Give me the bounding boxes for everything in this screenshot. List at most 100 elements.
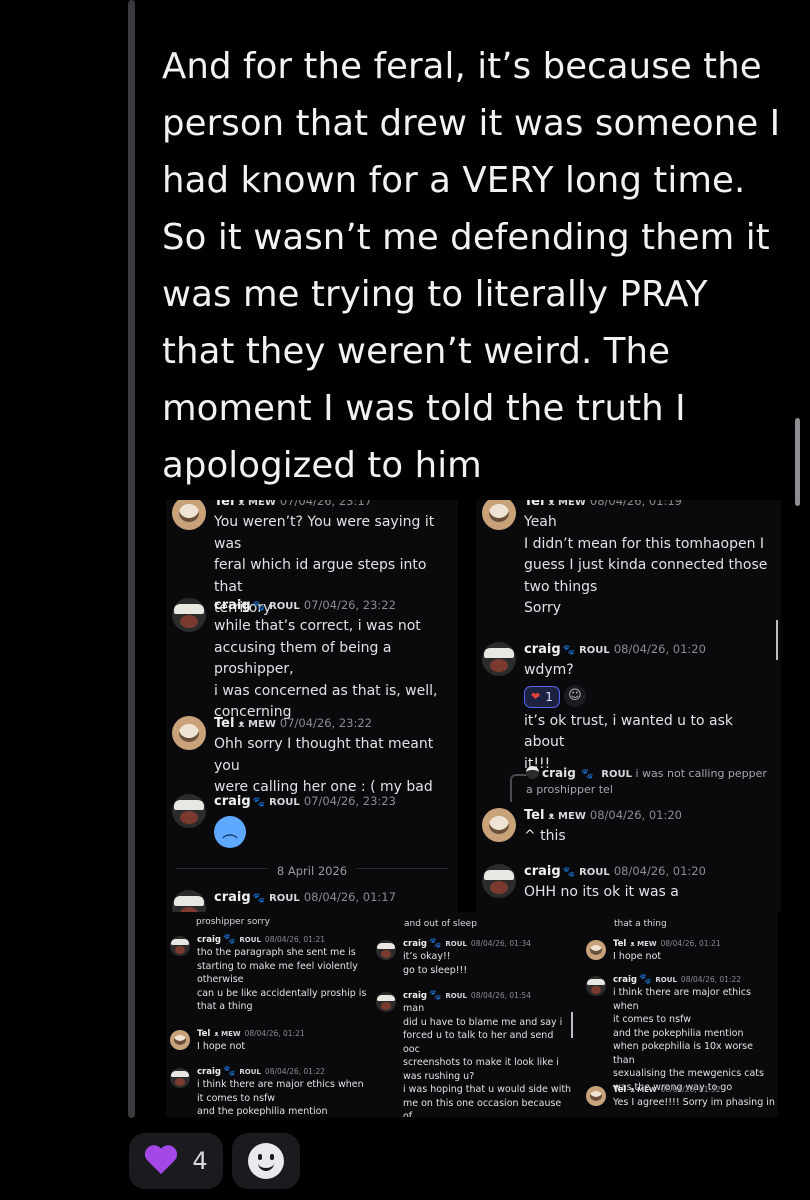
role-tag: ROUL [269, 893, 300, 904]
avatar [482, 808, 516, 842]
timestamp: 08/04/26, 01:20 [613, 864, 706, 878]
timestamp: 07/04/26, 23:17 [279, 500, 372, 508]
post-line: that they weren’t weird. The [162, 331, 671, 372]
avatar [526, 766, 539, 779]
chat-message: Tel ᴥ MEW 08/04/26, 01:19 Yeah I didn’t me… [482, 500, 777, 620]
role-tag: ROUL [239, 936, 261, 944]
avatar [170, 1068, 190, 1088]
role-tag: ᴥ MEW [548, 811, 586, 822]
paw-icon: 🐾 [562, 867, 576, 878]
timestamp: 08/04/26, 01:20 [613, 642, 706, 656]
chat-message: Tel ᴥ MEW 08/04/26, 01:20 ^ this [482, 806, 777, 848]
post-line: had known for a VERY long time. [162, 160, 746, 201]
timestamp: 08/04/26, 01:54 [470, 991, 531, 1000]
role-tag: ᴥ MEW [630, 940, 657, 948]
role-tag: ᴥ MEW [238, 719, 276, 730]
post-line: moment I was told the truth I [162, 388, 686, 429]
smiley-icon [248, 1143, 284, 1179]
avatar [172, 794, 206, 828]
reply-reference[interactable]: craig 🐾 ROUL i was not calling pepper a … [526, 766, 775, 797]
message-text: tho the paragraph she sent me is startin… [197, 947, 367, 1012]
thread-line [128, 0, 135, 1118]
attached-screenshot-3[interactable]: proshipper sorry craig 🐾 ROUL 08/04/26, 01:… [166, 912, 778, 1117]
avatar [376, 940, 396, 960]
chat-message: craig 🐾 ROUL 07/04/26, 23:23 ︵ [172, 792, 454, 848]
chat-message: craig 🐾 ROUL 08/04/26, 01:22 i think there … [586, 974, 776, 1094]
avatar [172, 716, 206, 750]
author-name: craig [197, 1067, 221, 1077]
chat-message: craig 🐾 ROUL 08/04/26, 01:34 it’s okay!! go… [376, 938, 572, 977]
chat-message: craig 🐾 ROUL 08/04/26, 01:54 man did u have… [376, 990, 572, 1117]
timestamp: 08/04/26, 01:21 [244, 1029, 305, 1038]
add-reaction-button[interactable] [232, 1133, 300, 1189]
avatar [482, 642, 516, 676]
timestamp: 08/04/26, 01:21 [264, 935, 325, 944]
attached-screenshot-1[interactable]: Tel ᴥ MEW 07/04/26, 23:17 You weren’t? You… [166, 500, 458, 912]
timestamp: 07/04/26, 23:22 [303, 598, 396, 612]
message-text: i think there are major ethics when it c… [613, 987, 764, 1093]
role-tag: ROUL [269, 601, 300, 612]
role-tag: ROUL [445, 940, 467, 948]
role-tag: ROUL [579, 645, 610, 656]
paw-icon: 🐾 [252, 893, 266, 904]
avatar [172, 598, 206, 632]
cut-text: and out of sleep [404, 919, 477, 929]
message-text: I hope not [197, 1041, 246, 1052]
author-name: Tel [214, 500, 235, 509]
avatar [170, 1030, 190, 1050]
avatar [376, 992, 396, 1012]
avatar [586, 940, 606, 960]
author-name: Tel [613, 1085, 627, 1095]
role-tag: ROUL [239, 1068, 261, 1076]
avatar [482, 864, 516, 898]
role-tag: ᴥ MEW [630, 1086, 657, 1094]
reaction-count: 4 [192, 1147, 208, 1175]
purple-heart-icon [144, 1146, 178, 1176]
timestamp: 08/04/26, 01:22 [264, 1067, 325, 1076]
role-tag: ROUL [445, 992, 467, 1000]
timestamp: 08/04/26, 01:19 [589, 500, 682, 508]
reaction-pill[interactable]: ❤ 1 [524, 685, 560, 708]
role-tag: ROUL [579, 867, 610, 878]
avatar [172, 890, 206, 912]
message-text: Ohh sorry I thought that meant you were … [214, 736, 434, 795]
message-text: OHH no its ok it was a [524, 884, 679, 900]
chat-message: craig 🐾 ROUL 08/04/26, 01:22 i think there … [170, 1066, 370, 1117]
message-text: wdym? [524, 662, 574, 678]
post-body: And for the feral, it’s because the pers… [162, 38, 782, 494]
avatar [482, 500, 516, 530]
role-tag: ᴥ MEW [238, 500, 276, 508]
avatar [172, 500, 206, 530]
message-text: man did u have to blame me and say i for… [403, 1003, 572, 1117]
paw-icon: 🐾 [252, 601, 266, 612]
message-text: I hope not [613, 951, 662, 962]
paw-icon: 🐾 [562, 645, 576, 656]
chat-message: Tel ᴥ MEW 08/04/26, 01:21 I hope not [586, 938, 776, 964]
message-text: Yes I agree!!!! Sorry im phasing in [613, 1097, 775, 1108]
author-name: craig [403, 991, 427, 1001]
post-line: And for the feral, it’s because the [162, 46, 762, 87]
post-line: was me trying to literally PRAY [162, 274, 708, 315]
purple-heart-reaction[interactable]: 4 [129, 1133, 223, 1189]
message-text: i think there are major ethics when it c… [197, 1079, 364, 1117]
cut-text: that a thing [614, 919, 667, 929]
post-line: apologized to him [162, 445, 482, 486]
chat-message: Tel ᴥ MEW 08/04/26, 01:32 Yes I agree!!!! … [586, 1084, 776, 1110]
author-name: Tel [524, 500, 545, 509]
scrollbar-thumb[interactable] [795, 418, 800, 506]
author-name: craig [524, 864, 561, 879]
message-text: while that’s correct, i was not accusing… [214, 618, 438, 720]
paw-icon: 🐾 [252, 797, 266, 808]
timestamp: 08/04/26, 01:32 [660, 1085, 721, 1094]
timestamp: 08/04/26, 01:21 [660, 939, 721, 948]
post-line: person that drew it was someone I [162, 103, 781, 144]
add-reaction-icon[interactable]: ☺ [563, 684, 586, 707]
role-tag: ᴥ MEW [548, 500, 586, 508]
author-name: Tel [524, 808, 545, 823]
author-name: craig [214, 598, 251, 613]
attached-screenshot-2[interactable]: Tel ᴥ MEW 08/04/26, 01:19 Yeah I didn’t me… [476, 500, 781, 912]
post-line: So it wasn’t me defending them it [162, 217, 770, 258]
author-name: Tel [214, 716, 235, 731]
avatar [586, 1086, 606, 1106]
role-tag: ᴥ MEW [214, 1030, 241, 1038]
